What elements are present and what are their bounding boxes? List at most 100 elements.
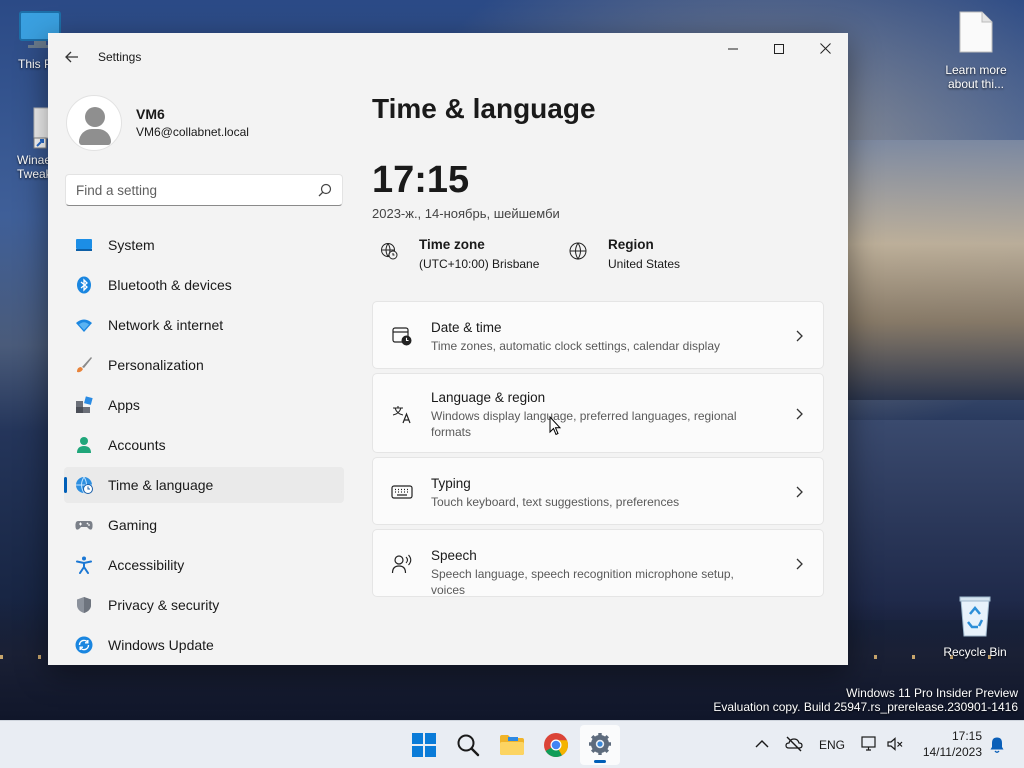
gamepad-icon	[75, 521, 93, 530]
chevron-right-icon	[796, 486, 803, 498]
avatar	[66, 95, 122, 151]
sidebar-item-system[interactable]: System	[64, 227, 344, 263]
back-button[interactable]	[62, 47, 82, 67]
sidebar-item-label: Apps	[108, 397, 140, 413]
sidebar-item-personalization[interactable]: Personalization	[64, 347, 344, 383]
sidebar-item-bluetooth[interactable]: Bluetooth & devices	[64, 267, 344, 303]
card-language-region[interactable]: Language & region Windows display langua…	[372, 373, 824, 453]
chevron-right-icon	[796, 558, 803, 570]
search-input[interactable]	[66, 175, 306, 205]
sidebar-item-label: System	[108, 237, 155, 253]
apps-icon	[76, 396, 93, 413]
sidebar-item-label: Privacy & security	[108, 597, 220, 613]
sidebar-item-label: Personalization	[108, 357, 204, 373]
sidebar-item-apps[interactable]: Apps	[64, 387, 344, 423]
time-zone-title: Time zone	[419, 237, 485, 252]
sidebar-item-label: Accessibility	[108, 557, 185, 573]
current-date: 2023-ж., 14-ноябрь, шейшемби	[372, 206, 560, 221]
update-icon	[75, 636, 93, 654]
search-icon	[318, 183, 332, 197]
globe-icon	[569, 242, 587, 260]
settings-window: Settings VM6 VM6@collabnet.local Find a …	[48, 33, 848, 665]
main-content: Time & language 17:15 2023-ж., 14-ноябрь…	[372, 33, 848, 665]
back-arrow-icon	[65, 51, 78, 63]
chevron-right-icon	[796, 408, 803, 420]
globe-clock-icon	[381, 243, 398, 260]
notification-bell-icon[interactable]	[988, 736, 1006, 754]
taskbar-settings[interactable]	[580, 725, 620, 765]
chrome-icon	[544, 733, 568, 758]
taskbar-search-button[interactable]	[448, 725, 488, 765]
card-title: Language & region	[431, 390, 546, 405]
sidebar-nav: System Bluetooth & devices Network & int…	[64, 227, 344, 665]
chevron-right-icon	[796, 330, 803, 342]
sidebar-item-accessibility[interactable]: Accessibility	[64, 547, 344, 583]
search-icon	[457, 734, 480, 757]
region-title: Region	[608, 237, 654, 252]
taskbar-clock[interactable]: 17:15 14/11/2023	[923, 728, 982, 760]
brush-icon	[77, 357, 92, 373]
card-title: Typing	[431, 476, 471, 491]
card-typing[interactable]: Typing Touch keyboard, text suggestions,…	[372, 457, 824, 525]
monitor-icon	[76, 239, 92, 251]
card-subtitle: Speech language, speech recognition micr…	[431, 567, 734, 597]
desktop-icon-learn-more[interactable]: Learn more about thi...	[936, 10, 1016, 91]
window-title: Settings	[98, 50, 142, 64]
settings-icon	[589, 733, 611, 755]
card-subtitle: Windows display language, preferred lang…	[431, 409, 737, 439]
start-button[interactable]	[404, 725, 444, 765]
recycle-bin-icon	[959, 596, 991, 637]
active-indicator	[594, 760, 606, 763]
desktop-icon-label: Learn more about thi...	[945, 63, 1007, 91]
sidebar-item-windows-update[interactable]: Windows Update	[64, 627, 344, 663]
sidebar-item-gaming[interactable]: Gaming	[64, 507, 344, 543]
volume-muted-icon[interactable]	[886, 735, 904, 753]
wifi-icon	[76, 319, 92, 332]
taskbar-date: 14/11/2023	[922, 745, 982, 759]
accessibility-icon	[76, 556, 92, 574]
card-subtitle: Touch keyboard, text suggestions, prefer…	[431, 495, 680, 509]
taskbar-file-explorer[interactable]	[492, 725, 532, 765]
profile-name: VM6	[136, 106, 165, 122]
avatar-head	[85, 107, 105, 127]
sidebar-item-label: Gaming	[108, 517, 158, 533]
sidebar-item-time-language[interactable]: Time & language	[64, 467, 344, 503]
avatar-body	[79, 129, 111, 145]
person-icon	[77, 437, 91, 453]
desktop-icon-recycle-bin[interactable]: Recycle Bin	[935, 594, 1015, 659]
profile-email: VM6@collabnet.local	[136, 125, 249, 139]
watermark-line: Windows 11 Pro Insider Preview	[846, 686, 1018, 700]
region-info: Region United States	[561, 235, 751, 275]
bluetooth-icon	[77, 276, 91, 294]
current-time: 17:15	[372, 159, 470, 201]
card-date-time[interactable]: Date & time Time zones, automatic clock …	[372, 301, 824, 369]
sidebar-item-privacy[interactable]: Privacy & security	[64, 587, 344, 623]
sidebar-item-network[interactable]: Network & internet	[64, 307, 344, 343]
wallpaper-water	[848, 420, 1024, 620]
sidebar-item-label: Accounts	[108, 437, 166, 453]
desktop-icon-label: Recycle Bin	[943, 645, 1007, 659]
watermark-line: Evaluation copy. Build 25947.rs_prerelea…	[713, 700, 1018, 714]
build-watermark: Windows 11 Pro Insider Preview Evaluatio…	[713, 686, 1018, 714]
card-speech[interactable]: Speech Speech language, speech recogniti…	[372, 529, 824, 597]
sidebar-item-label: Network & internet	[108, 317, 224, 333]
region-value: United States	[608, 257, 681, 271]
keyboard-icon	[391, 485, 413, 499]
language-indicator[interactable]: ENG	[819, 738, 845, 752]
taskbar-chrome[interactable]	[536, 725, 576, 765]
calendar-clock-icon	[392, 327, 412, 346]
onedrive-offline-icon[interactable]	[785, 735, 803, 753]
shield-icon	[77, 597, 91, 613]
chevron-up-icon[interactable]	[753, 735, 771, 753]
start-icon	[412, 733, 436, 757]
language-icon	[392, 406, 411, 424]
search-box[interactable]	[65, 174, 343, 206]
taskbar-time: 17:15	[951, 729, 982, 743]
sidebar-item-accounts[interactable]: Accounts	[64, 427, 344, 463]
network-icon[interactable]	[860, 735, 878, 753]
file-explorer-icon	[500, 735, 524, 755]
sidebar-item-label: Bluetooth & devices	[108, 277, 232, 293]
document-icon	[959, 11, 993, 53]
page-title: Time & language	[372, 93, 596, 124]
sidebar-item-label: Time & language	[108, 477, 214, 493]
